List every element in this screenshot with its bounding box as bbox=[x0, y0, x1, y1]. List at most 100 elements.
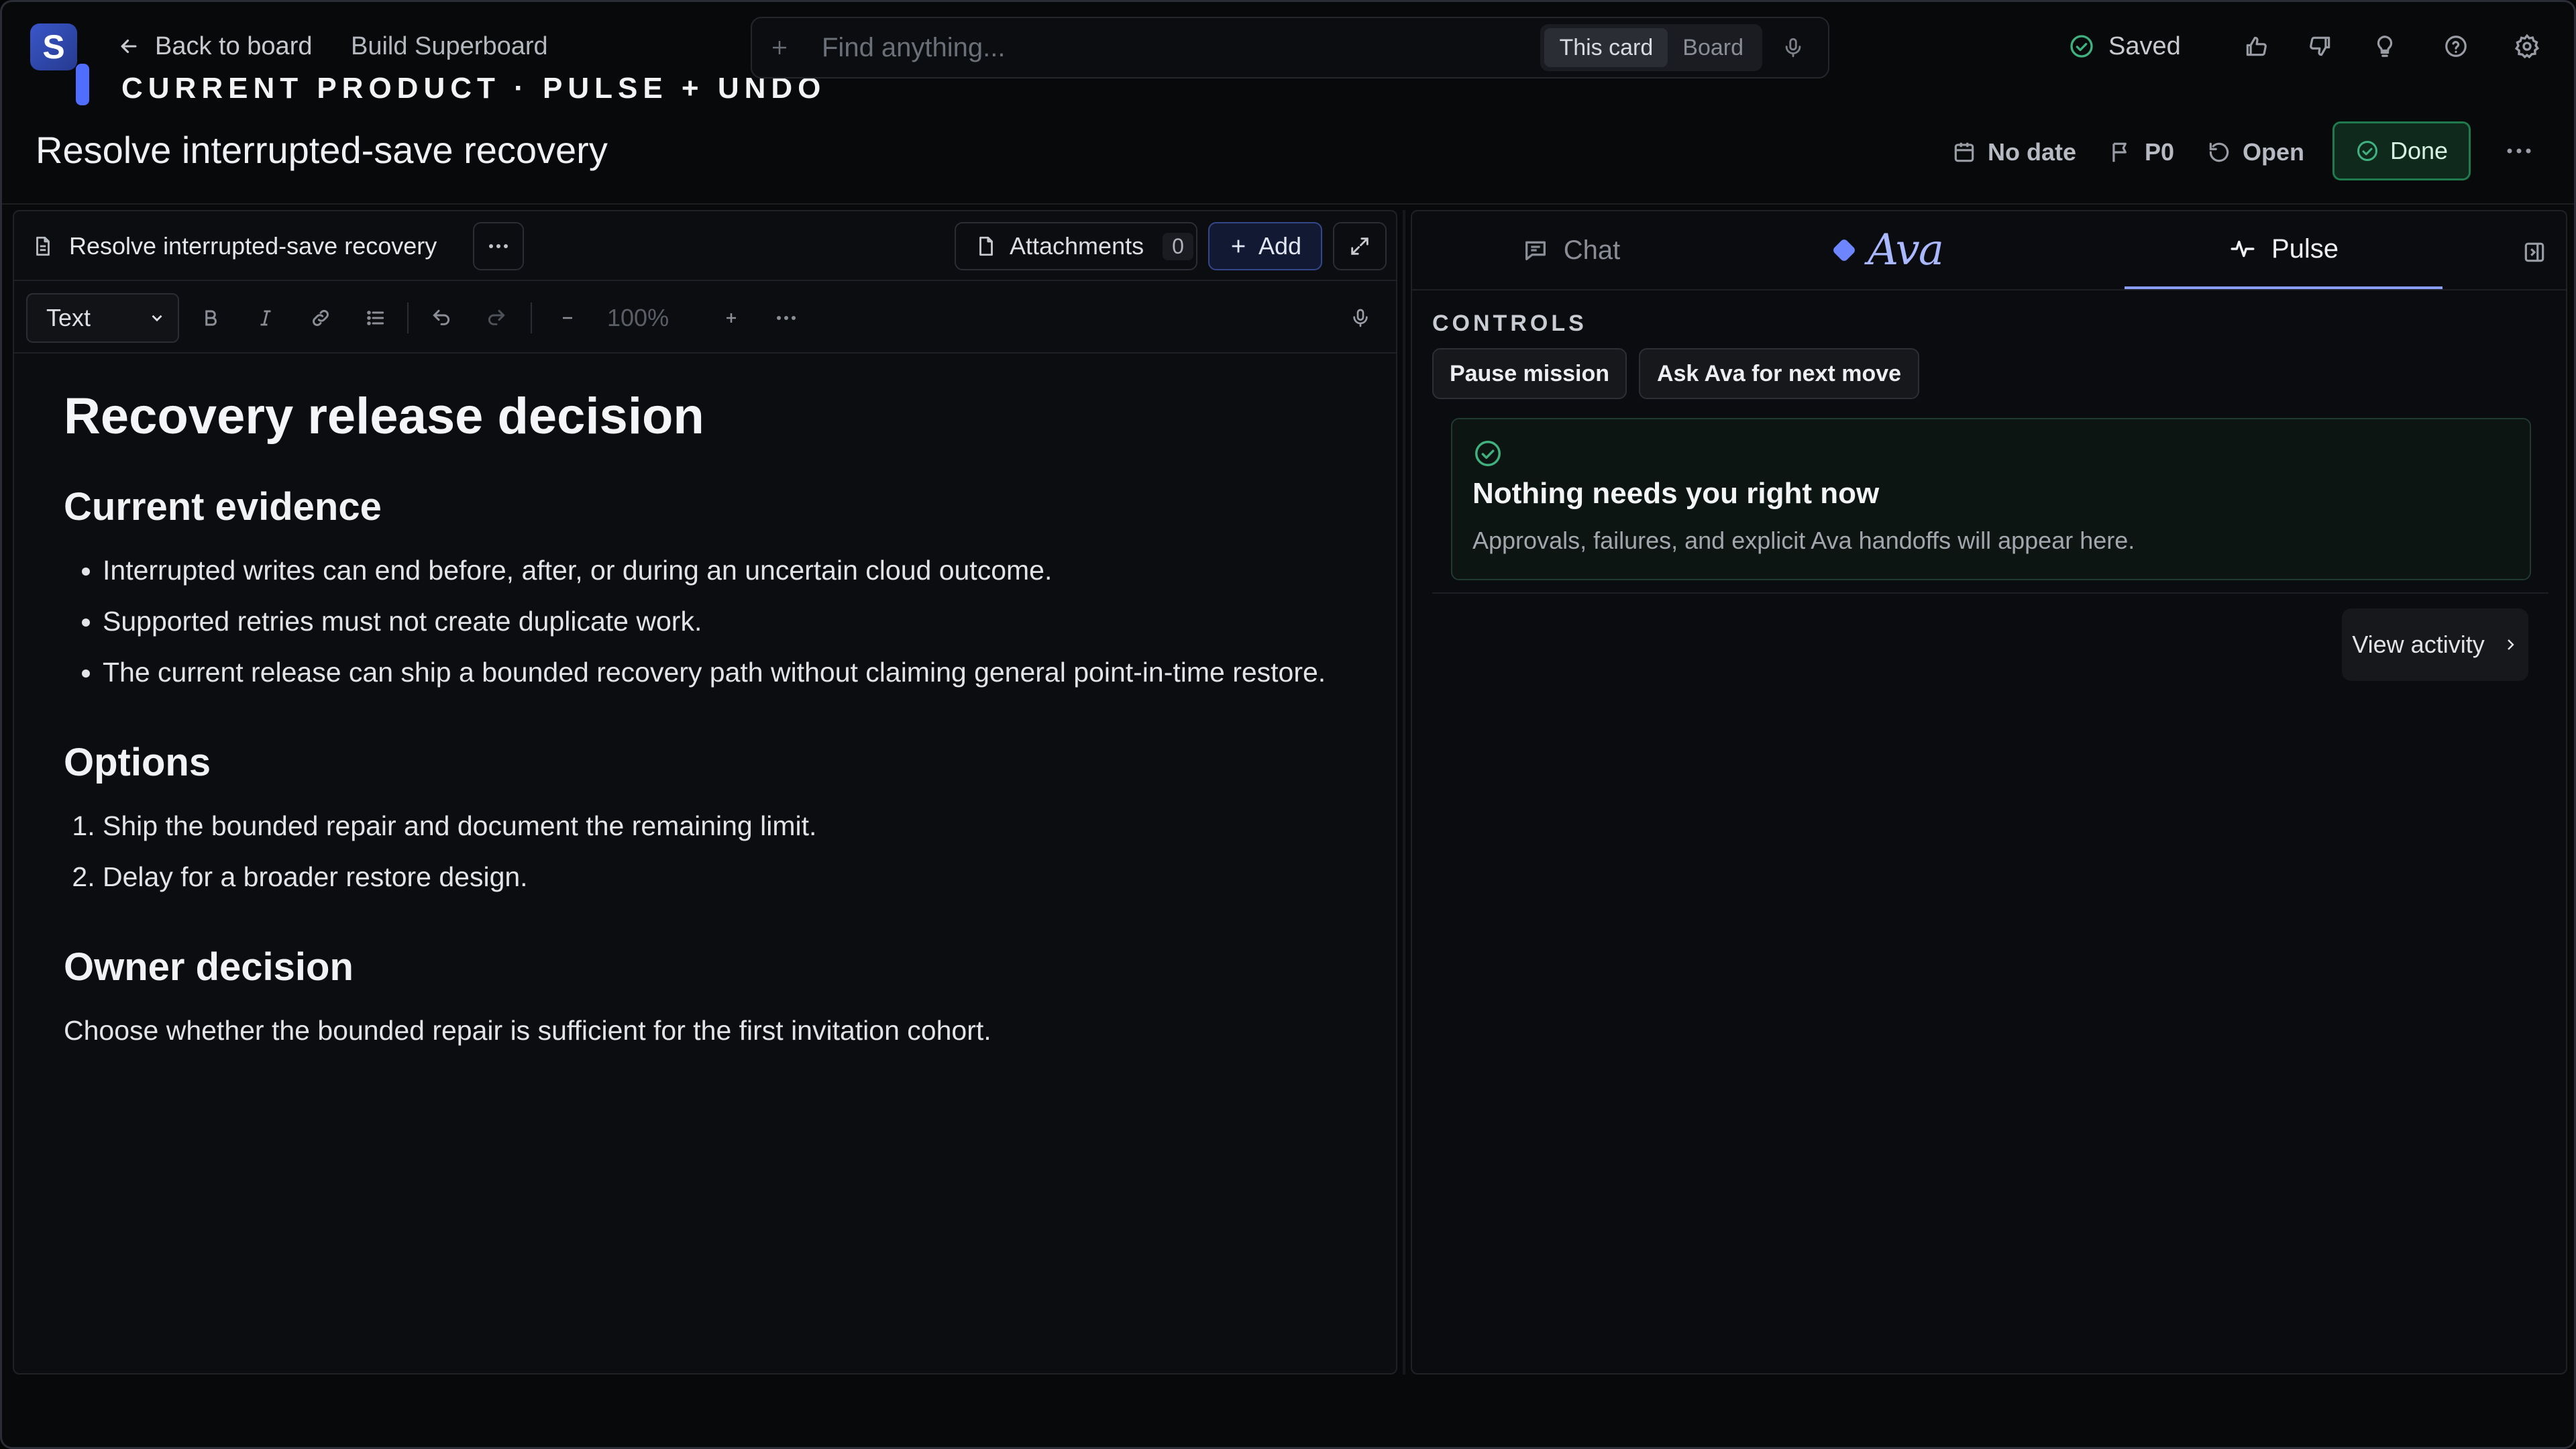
controls-heading: CONTROLS bbox=[1432, 311, 1587, 336]
back-label: Back to board bbox=[155, 32, 313, 60]
panel-resize-handle[interactable] bbox=[1403, 210, 1405, 1375]
editor-header: Resolve interrupted-save recovery Attach… bbox=[14, 211, 1396, 281]
zoom-level: 100% bbox=[607, 304, 669, 331]
status-label: Open bbox=[2243, 138, 2305, 166]
view-activity-label: View activity bbox=[2352, 631, 2485, 658]
ava-icon bbox=[1831, 237, 1857, 263]
priority-label: P0 bbox=[2145, 138, 2175, 166]
done-button[interactable]: Done bbox=[2332, 121, 2471, 180]
section-divider bbox=[1432, 592, 2548, 594]
due-date-button[interactable]: No date bbox=[1951, 131, 2076, 174]
list-item: Interrupted writes can end before, after… bbox=[103, 549, 1338, 591]
pause-mission-button[interactable]: Pause mission bbox=[1432, 348, 1627, 399]
attachments-label: Attachments bbox=[1010, 232, 1144, 260]
more-options-icon[interactable] bbox=[2498, 129, 2540, 172]
list-item: Ship the bounded repair and document the… bbox=[103, 805, 1338, 847]
document-tab[interactable]: Resolve interrupted-save recovery bbox=[32, 223, 437, 269]
bold-icon[interactable] bbox=[190, 297, 231, 339]
redo-icon[interactable] bbox=[476, 297, 517, 339]
help-icon[interactable] bbox=[2438, 29, 2473, 64]
toolbar-divider bbox=[531, 303, 532, 333]
search-input[interactable]: Find anything... bbox=[822, 33, 1540, 63]
document-body[interactable]: Recovery release decision Current eviden… bbox=[64, 387, 1338, 1051]
scope-board[interactable]: Board bbox=[1668, 28, 1758, 67]
pulse-icon bbox=[2229, 235, 2257, 263]
link-icon[interactable] bbox=[300, 297, 341, 339]
app-window: S Back to board Build Superboard CURRENT… bbox=[0, 0, 2576, 1449]
tab-chat-label: Chat bbox=[1563, 235, 1621, 265]
side-panel: Chat Ava Pulse CONTROLS Pause mission As… bbox=[1411, 210, 2567, 1375]
gear-icon[interactable] bbox=[2510, 29, 2544, 64]
breadcrumb[interactable]: Build Superboard bbox=[351, 29, 548, 64]
add-button[interactable]: Add bbox=[1208, 222, 1322, 270]
app-logo[interactable]: S bbox=[30, 23, 77, 70]
italic-icon[interactable] bbox=[245, 297, 286, 339]
microphone-icon[interactable] bbox=[1773, 28, 1813, 68]
flag-icon bbox=[2108, 140, 2134, 165]
more-options-icon[interactable] bbox=[765, 297, 807, 339]
document-heading: Recovery release decision bbox=[64, 388, 704, 445]
file-icon bbox=[975, 235, 998, 258]
lightbulb-icon[interactable] bbox=[2367, 29, 2402, 64]
card-header: Resolve interrupted-save recovery No dat… bbox=[2, 109, 2574, 195]
block-type-value: Text bbox=[46, 304, 91, 331]
attachments-button[interactable]: Attachments 0 bbox=[955, 222, 1197, 270]
side-tabs: Chat Ava Pulse bbox=[1412, 211, 2566, 290]
more-options-icon bbox=[489, 244, 508, 248]
section-heading: Options bbox=[64, 741, 211, 784]
plus-icon[interactable] bbox=[769, 38, 810, 58]
tab-chat[interactable]: Chat bbox=[1412, 211, 1730, 289]
undo-icon[interactable] bbox=[421, 297, 462, 339]
save-status: Saved bbox=[2068, 29, 2181, 64]
tab-pulse-label: Pulse bbox=[2271, 233, 2339, 264]
calendar-icon bbox=[1951, 140, 1977, 165]
back-to-board-link[interactable]: Back to board bbox=[117, 29, 312, 64]
tab-ava-label: Ava bbox=[1868, 225, 1944, 275]
chevron-right-icon bbox=[2507, 639, 2514, 650]
due-date-label: No date bbox=[1988, 138, 2077, 166]
product-banner: CURRENT PRODUCT · PULSE + UNDO bbox=[121, 72, 826, 105]
thumbs-down-icon[interactable] bbox=[2303, 29, 2338, 64]
card-title[interactable]: Resolve interrupted-save recovery bbox=[36, 128, 608, 172]
microphone-icon[interactable] bbox=[1340, 297, 1381, 339]
reopen-icon bbox=[2206, 140, 2232, 165]
chat-icon bbox=[1522, 237, 1549, 264]
collapse-panel-icon[interactable] bbox=[2516, 234, 2553, 270]
zoom-in-icon[interactable] bbox=[710, 297, 752, 339]
toolbar-divider bbox=[407, 303, 409, 333]
document-more-button[interactable] bbox=[473, 222, 524, 270]
paragraph: Choose whether the bounded repair is suf… bbox=[64, 1015, 991, 1046]
block-type-select[interactable]: Text bbox=[26, 293, 179, 343]
status-button[interactable]: Open bbox=[2206, 131, 2304, 174]
expand-button[interactable] bbox=[1333, 222, 1387, 270]
logo-accent bbox=[76, 64, 89, 105]
expand-icon bbox=[1351, 237, 1368, 255]
check-circle-icon bbox=[2355, 139, 2379, 163]
bullet-list: Interrupted writes can end before, after… bbox=[103, 549, 1338, 693]
view-activity-button[interactable]: View activity bbox=[2342, 608, 2528, 681]
list-item: Delay for a broader restore design. bbox=[103, 856, 1338, 898]
tab-ava[interactable]: Ava bbox=[1730, 211, 2048, 289]
thumbs-up-icon[interactable] bbox=[2239, 29, 2273, 64]
check-circle-icon bbox=[2068, 33, 2095, 60]
numbered-list: Ship the bounded repair and document the… bbox=[103, 805, 1338, 898]
chevron-down-icon bbox=[152, 315, 162, 322]
done-label: Done bbox=[2390, 137, 2449, 164]
zoom-out-icon[interactable] bbox=[547, 297, 588, 339]
ask-ava-button[interactable]: Ask Ava for next move bbox=[1639, 348, 1919, 399]
scope-this-card[interactable]: This card bbox=[1544, 28, 1668, 67]
saved-label: Saved bbox=[2108, 32, 2181, 60]
priority-button[interactable]: P0 bbox=[2108, 131, 2174, 174]
tab-pulse[interactable]: Pulse bbox=[2125, 211, 2443, 289]
status-notice: Nothing needs you right now Approvals, f… bbox=[1451, 418, 2531, 580]
attachments-count: 0 bbox=[1163, 232, 1193, 260]
document-editor: Resolve interrupted-save recovery Attach… bbox=[13, 210, 1397, 1375]
search-scope-toggle: This card Board bbox=[1540, 24, 1762, 71]
add-label: Add bbox=[1258, 232, 1302, 260]
check-circle-icon bbox=[1472, 438, 1503, 469]
notice-title: Nothing needs you right now bbox=[1472, 477, 1880, 510]
bullet-list-icon[interactable] bbox=[355, 297, 396, 339]
section-heading: Current evidence bbox=[64, 485, 382, 529]
document-name: Resolve interrupted-save recovery bbox=[69, 232, 437, 260]
search-bar[interactable]: Find anything... This card Board bbox=[751, 17, 1829, 78]
